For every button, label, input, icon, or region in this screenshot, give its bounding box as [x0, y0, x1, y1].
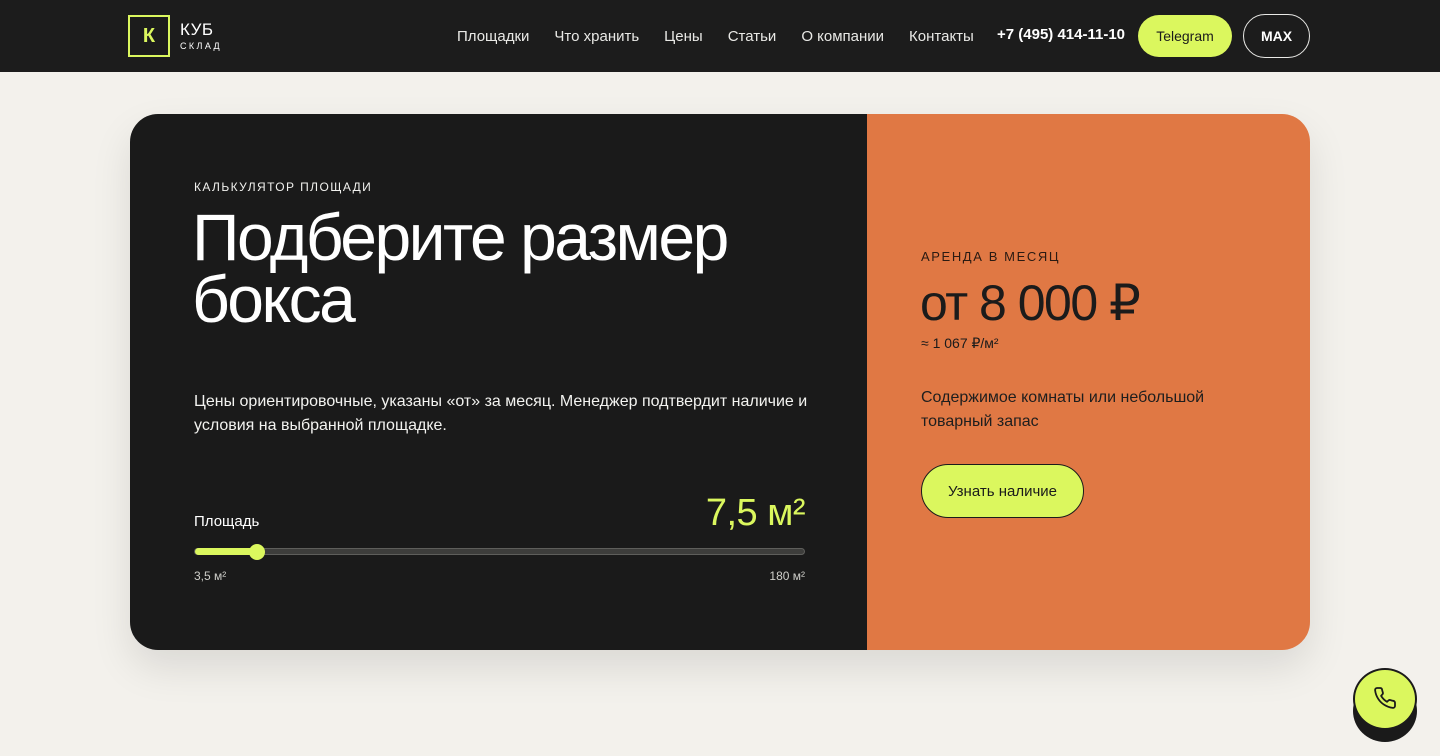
site-header: К КУБ СКЛАД Площадки Что хранить Цены Ст… [0, 0, 1440, 72]
logo-text: КУБ СКЛАД [180, 21, 222, 51]
calculator-eyebrow: КАЛЬКУЛЯТОР ПЛОЩАДИ [194, 180, 373, 194]
logo[interactable]: К КУБ СКЛАД [128, 15, 222, 57]
nav-item-prices[interactable]: Цены [664, 28, 703, 45]
nav-item-articles[interactable]: Статьи [728, 28, 777, 45]
logo-mark: К [128, 15, 170, 57]
phone-link[interactable]: +7 (495) 414-11-10 [997, 26, 1125, 43]
area-value: 7,5 м² [705, 492, 806, 534]
area-slider[interactable] [194, 544, 805, 560]
rent-price-per-m2: ≈ 1 067 ₽/м² [921, 335, 999, 351]
max-button[interactable]: MAX [1243, 14, 1310, 58]
area-label: Площадь [194, 513, 260, 530]
calculator-headline: Подберите размер бокса [192, 200, 729, 336]
calculator-panel: КАЛЬКУЛЯТОР ПЛОЩАДИ Подберите размер бок… [130, 114, 867, 650]
calculator-description: Цены ориентировочные, указаны «от» за ме… [194, 393, 808, 434]
rent-label: АРЕНДА В МЕСЯЦ [921, 249, 1061, 264]
telegram-button[interactable]: Telegram [1138, 15, 1232, 57]
area-slider-fill [195, 548, 258, 555]
nav-item-contacts[interactable]: Контакты [909, 28, 974, 45]
nav-item-locations[interactable]: Площадки [457, 28, 529, 45]
logo-title: КУБ [180, 20, 214, 39]
rent-panel: АРЕНДА В МЕСЯЦ от 8 000 ₽ ≈ 1 067 ₽/м² С… [867, 114, 1310, 650]
area-max-label: 180 м² [769, 569, 805, 583]
rent-note: Содержимое комнаты или небольшой товарны… [921, 389, 1205, 430]
check-availability-button[interactable]: Узнать наличие [921, 464, 1084, 518]
rent-price: от 8 000 ₽ [920, 275, 1141, 331]
phone-icon [1373, 686, 1397, 713]
logo-subtitle: СКЛАД [180, 41, 223, 51]
nav-item-what-to-store[interactable]: Что хранить [554, 28, 639, 45]
main-nav: Площадки Что хранить Цены Статьи О компа… [457, 0, 999, 72]
call-button[interactable] [1353, 668, 1417, 730]
area-min-label: 3,5 м² [194, 569, 227, 583]
nav-item-about[interactable]: О компании [801, 28, 884, 45]
area-slider-thumb[interactable] [249, 544, 266, 560]
area-calculator-card: КАЛЬКУЛЯТОР ПЛОЩАДИ Подберите размер бок… [130, 114, 1310, 650]
